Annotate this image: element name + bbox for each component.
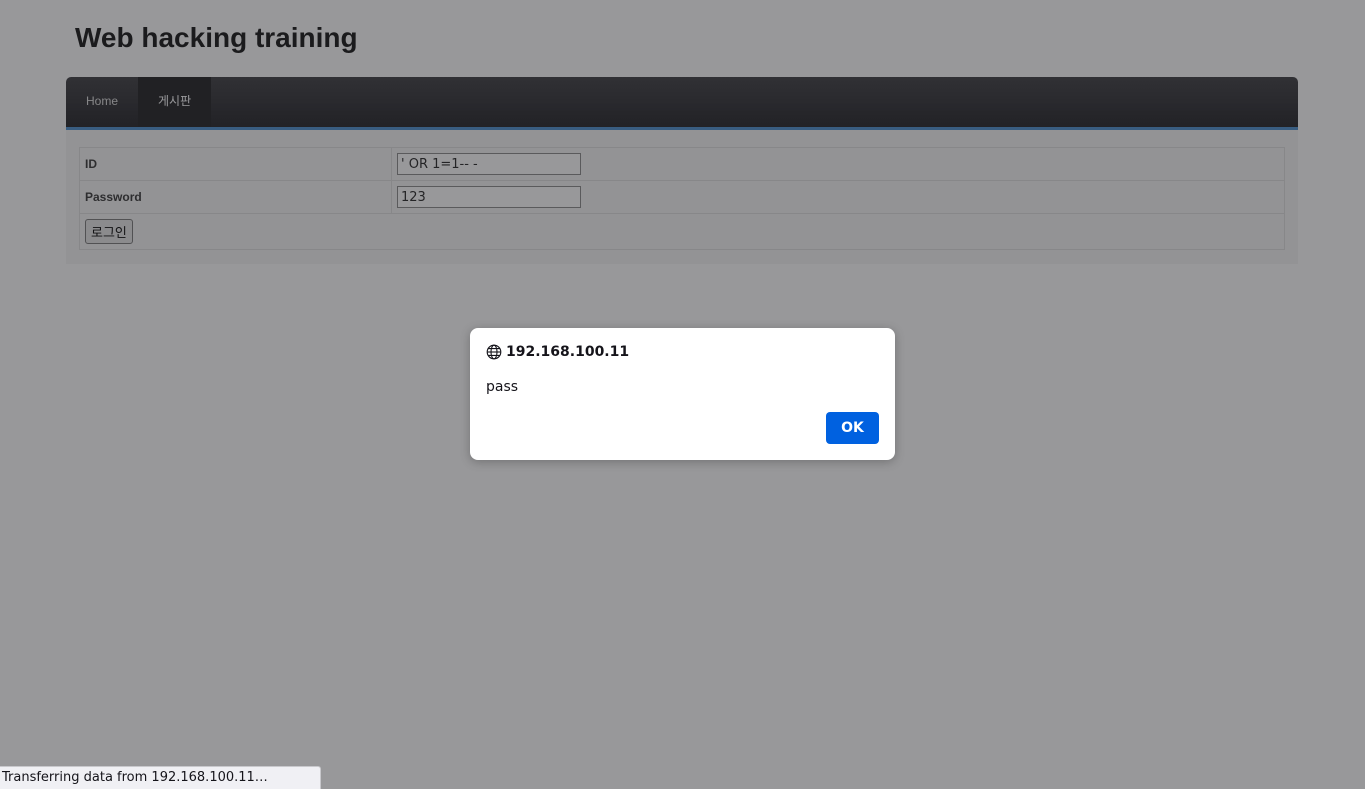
page: Web hacking training Home 게시판 ID Passwor… [0,0,1365,789]
dialog-header: 192.168.100.11 [486,344,629,360]
alert-dialog: 192.168.100.11 pass OK [470,328,895,460]
dialog-message: pass [486,379,519,395]
globe-icon [486,344,502,360]
dialog-origin: 192.168.100.11 [506,344,630,360]
status-bar: Transferring data from 192.168.100.11… [0,766,321,789]
ok-button[interactable]: OK [826,412,879,444]
